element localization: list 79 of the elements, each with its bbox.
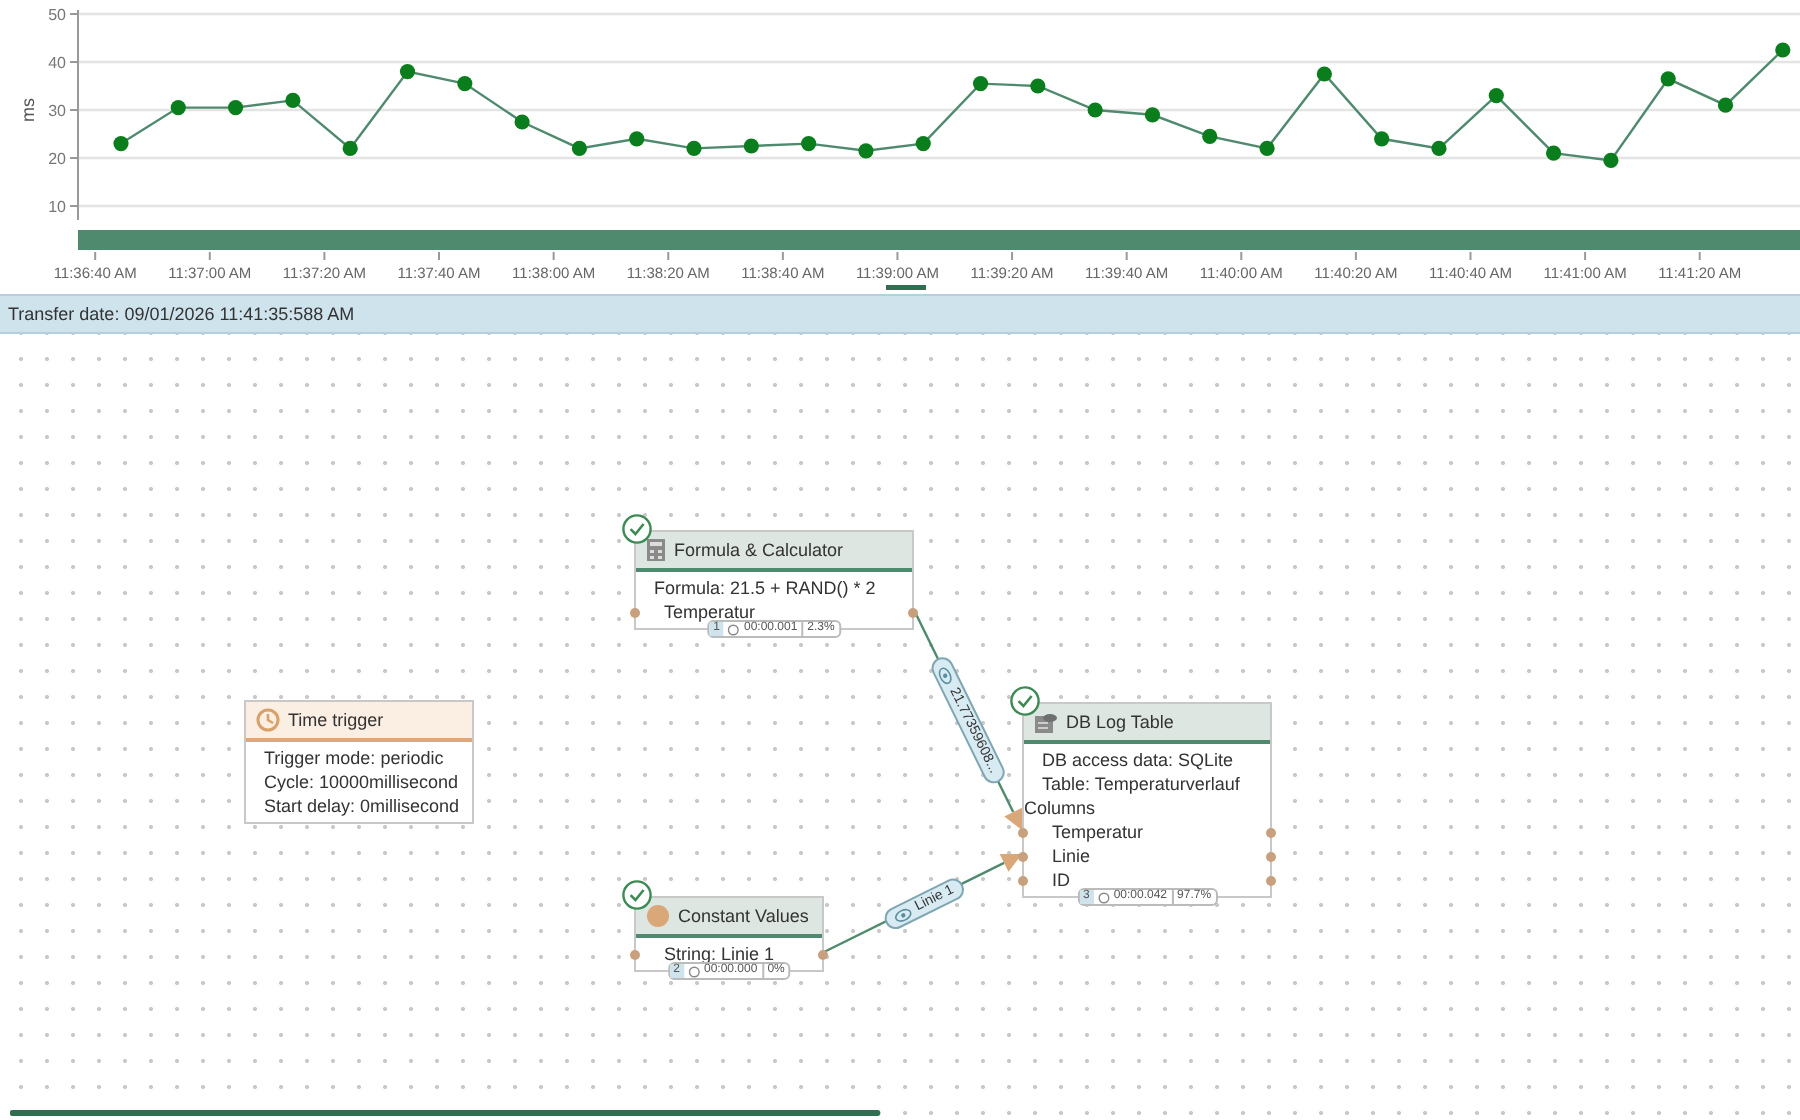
- data-point: [571, 140, 587, 156]
- scroll-thumb[interactable]: [886, 285, 926, 290]
- node-field: Columns: [1024, 798, 1096, 818]
- port[interactable]: [1018, 827, 1028, 837]
- data-point: [1374, 131, 1390, 147]
- stopwatch-icon: [727, 623, 740, 635]
- node-field: Table: Temperaturverlauf: [1042, 774, 1240, 794]
- data-point: [1087, 102, 1103, 118]
- axis-label: 20: [48, 150, 66, 168]
- eye-icon: [891, 904, 913, 923]
- data-point: [743, 138, 759, 154]
- data-point: [457, 76, 473, 92]
- node-card[interactable]: Time trigger Trigger mode: periodic Cycle: 10000millisecond Start delay: 0millisecond: [244, 700, 474, 824]
- node-field: Temperatur: [664, 602, 756, 622]
- data-point: [1546, 145, 1562, 161]
- data-point: [629, 131, 645, 147]
- eye-icon: [936, 664, 956, 687]
- axis-label: 10: [48, 198, 66, 216]
- data-point: [285, 92, 301, 108]
- data-point: [858, 143, 874, 159]
- data-point: [1488, 88, 1504, 104]
- node-field: Start delay: 0millisecond: [264, 796, 460, 816]
- data-point: [1030, 78, 1046, 94]
- clock-icon: [256, 708, 280, 732]
- port[interactable]: [1018, 875, 1028, 885]
- node-field: ID: [1052, 870, 1070, 890]
- port[interactable]: [1018, 851, 1028, 861]
- port[interactable]: [1266, 827, 1276, 837]
- node-title: DB Log Table: [1066, 712, 1174, 732]
- data-point: [1775, 42, 1791, 58]
- circle-icon: [646, 904, 670, 928]
- node-field: Trigger mode: periodic: [264, 748, 444, 768]
- node-title: Formula & Calculator: [674, 540, 844, 560]
- node-header[interactable]: Constant Values: [636, 898, 822, 938]
- data-point: [1431, 140, 1447, 156]
- node-title: Time trigger: [288, 710, 384, 730]
- port[interactable]: [630, 949, 640, 959]
- node-header[interactable]: DB Log Table: [1024, 704, 1270, 744]
- data-point: [514, 114, 530, 130]
- axis-label: 40: [48, 54, 66, 72]
- node-field: String: Linie 1: [664, 944, 775, 964]
- data-point: [399, 64, 416, 80]
- data-point: [1660, 71, 1676, 87]
- database-icon: [1034, 710, 1058, 734]
- data-point: [1259, 140, 1275, 156]
- node-header[interactable]: Time trigger: [246, 702, 472, 742]
- data-point: [972, 76, 989, 92]
- port[interactable]: [818, 949, 828, 959]
- data-point: [801, 136, 817, 152]
- data-point: [915, 136, 931, 152]
- port[interactable]: [1266, 875, 1276, 885]
- data-point: [1202, 128, 1218, 144]
- calculator-icon: [646, 538, 666, 562]
- node-title: Constant Values: [678, 906, 809, 926]
- data-point: [228, 100, 244, 116]
- transfer-date: Transfer date: 09/01/2026 11:41:35:588 AM: [8, 304, 355, 324]
- stopwatch-icon: [687, 965, 700, 977]
- stopwatch-icon: [1097, 891, 1110, 903]
- axis-title: ms: [18, 98, 38, 122]
- node-header[interactable]: Formula & Calculator: [636, 532, 912, 572]
- data-point: [1603, 152, 1619, 168]
- axis-label: 50: [48, 6, 66, 24]
- data-point: [170, 100, 186, 116]
- data-point: [342, 140, 358, 156]
- node-field: Cycle: 10000millisecond: [264, 772, 459, 792]
- port[interactable]: [908, 607, 918, 617]
- node-field: Linie: [1052, 846, 1091, 866]
- data-point: [113, 136, 129, 152]
- data-point: [686, 140, 702, 156]
- horizontal-scrollbar[interactable]: [10, 1110, 880, 1116]
- node-field: Formula: 21.5 + RAND() * 2: [654, 578, 876, 598]
- data-point: [1144, 107, 1161, 123]
- axis-label: 30: [48, 102, 66, 120]
- port[interactable]: [630, 607, 640, 617]
- node-field: DB access data: SQLite: [1042, 750, 1234, 770]
- node-field: Temperatur: [1052, 822, 1144, 842]
- port[interactable]: [1266, 851, 1276, 861]
- data-point: [1316, 66, 1332, 82]
- data-point: [1717, 97, 1734, 113]
